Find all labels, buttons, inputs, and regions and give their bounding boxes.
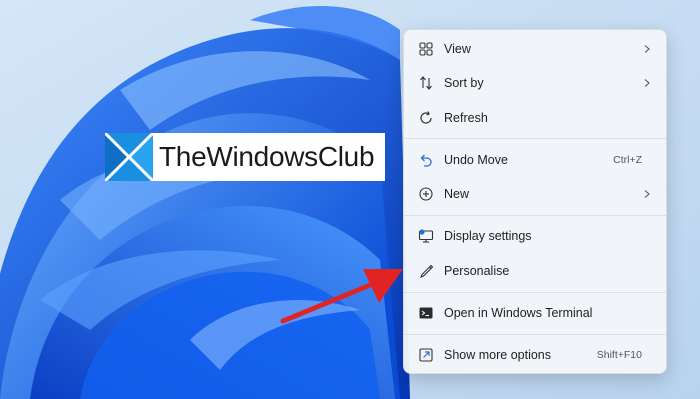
chevron-right-icon [642, 189, 652, 199]
display-settings-icon [418, 228, 434, 244]
menu-item-refresh[interactable]: Refresh [408, 102, 662, 134]
watermark-text: TheWindowsClub [159, 141, 375, 172]
undo-icon [418, 152, 434, 168]
chevron-right-icon [642, 44, 652, 54]
annotation-arrow-icon [275, 255, 415, 330]
menu-item-label: Open in Windows Terminal [444, 306, 593, 320]
windows-club-logo-icon [103, 131, 155, 183]
shortcut-label: Shift+F10 [596, 349, 642, 361]
menu-item-undo-move[interactable]: Undo Move Ctrl+Z [408, 144, 662, 176]
menu-item-view[interactable]: View [408, 33, 662, 65]
menu-item-sort-by[interactable]: Sort by [408, 67, 662, 99]
watermark-logo: TheWindowsClub [103, 131, 385, 183]
menu-separator [404, 138, 666, 139]
menu-item-personalise[interactable]: Personalise [408, 255, 662, 287]
menu-item-show-more-options[interactable]: Show more options Shift+F10 [408, 339, 662, 371]
menu-separator [404, 292, 666, 293]
sort-arrows-icon [418, 75, 434, 91]
menu-item-display-settings[interactable]: Display settings [408, 220, 662, 252]
menu-item-label: Personalise [444, 264, 510, 278]
menu-separator [404, 215, 666, 216]
desktop-context-menu: View Sort by Refresh Undo Move Ctrl+Z Ne… [403, 29, 667, 374]
brush-pen-icon [418, 263, 434, 279]
shortcut-label: Ctrl+Z [613, 154, 642, 166]
menu-item-open-in-windows-terminal[interactable]: Open in Windows Terminal [408, 297, 662, 329]
plus-circle-icon [418, 186, 434, 202]
show-more-options-icon [418, 347, 434, 363]
menu-item-label: Display settings [444, 229, 532, 243]
menu-item-label: Sort by [444, 76, 484, 90]
menu-item-label: Show more options [444, 348, 552, 362]
menu-item-label: View [444, 42, 471, 56]
menu-item-label: Undo Move [444, 153, 508, 167]
menu-item-new[interactable]: New [408, 178, 662, 210]
menu-item-label: Refresh [444, 111, 488, 125]
terminal-icon [418, 305, 434, 321]
menu-item-label: New [444, 187, 470, 201]
grid-view-icon [418, 41, 434, 57]
refresh-icon [418, 110, 434, 126]
chevron-right-icon [642, 78, 652, 88]
menu-separator [404, 334, 666, 335]
